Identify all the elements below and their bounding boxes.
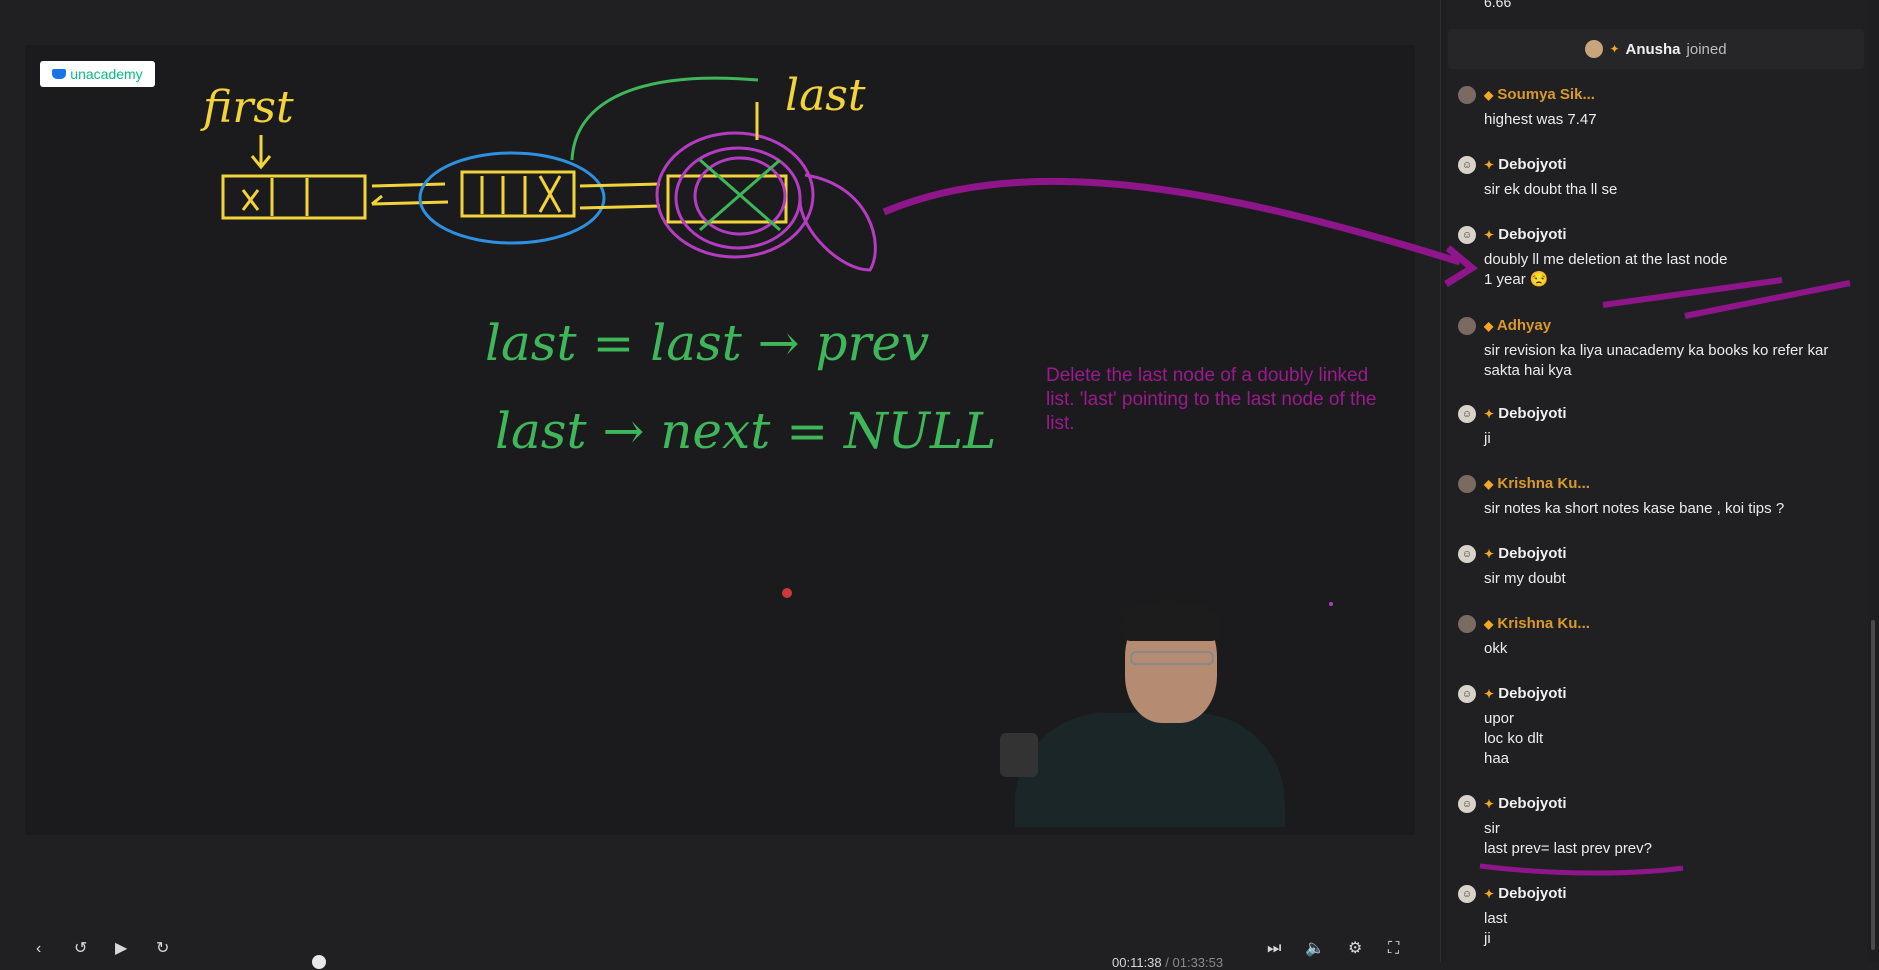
- spark-icon: ✦: [1484, 228, 1495, 242]
- message-author[interactable]: ✦ Debojyoti: [1484, 156, 1567, 173]
- message-text: sir my doubt: [1484, 570, 1566, 587]
- avatar: [1585, 40, 1604, 58]
- node-1: [221, 174, 367, 220]
- avatar: ☺: [1458, 885, 1476, 903]
- equation-1: last = last → prev: [485, 314, 929, 372]
- problem-statement: Delete the last node of a doubly linked …: [1046, 365, 1377, 434]
- spark-icon: ✦: [1609, 42, 1620, 56]
- message-text: last ji: [1484, 910, 1508, 947]
- avatar: [1458, 317, 1476, 335]
- message-author[interactable]: ✦ Debojyoti: [1484, 685, 1567, 702]
- message-author[interactable]: ◆ Krishna Ku...: [1484, 615, 1590, 632]
- avatar: ☺: [1458, 545, 1476, 563]
- node-links-2: [579, 182, 661, 210]
- play-icon[interactable]: ▶: [115, 941, 127, 957]
- spark-icon: ✦: [1484, 547, 1495, 561]
- microphone: [1000, 733, 1038, 777]
- time-current: 00:11:38: [1112, 955, 1162, 970]
- avatar: ☺: [1458, 156, 1476, 174]
- avatar: ☺: [1458, 685, 1476, 703]
- message-author[interactable]: ✦ Debojyoti: [1484, 226, 1567, 243]
- volume-icon[interactable]: 🔈: [1305, 941, 1325, 957]
- fullscreen-icon[interactable]: ⛶: [1388, 941, 1399, 957]
- mod-icon: ◆: [1484, 88, 1494, 102]
- message-text: highest was 7.47: [1484, 111, 1597, 128]
- message-text: sir notes ka short notes kase bane , koi…: [1484, 500, 1785, 517]
- avatar: ☺: [1458, 405, 1476, 423]
- laser-pointer: [782, 588, 792, 598]
- joined-suffix: joined: [1686, 40, 1727, 58]
- message-text: sir ek doubt tha ll se: [1484, 181, 1618, 198]
- spark-icon: ✦: [1484, 797, 1495, 811]
- settings-icon[interactable]: ⚙: [1348, 941, 1362, 957]
- message-author[interactable]: ✦ Debojyoti: [1484, 545, 1567, 562]
- message-author[interactable]: ◆ Adhyay: [1484, 317, 1551, 334]
- chat-scrollbar[interactable]: [1871, 620, 1875, 950]
- message-text: doubly ll me deletion at the last node 1…: [1484, 251, 1728, 288]
- spark-icon: ✦: [1484, 687, 1495, 701]
- avatar: [1458, 475, 1476, 493]
- arrow-down-icon: [250, 135, 272, 170]
- pen-dot: [1329, 602, 1333, 606]
- teacher-hair: [1121, 601, 1221, 641]
- mod-icon: ◆: [1484, 477, 1494, 491]
- node-links: [371, 182, 449, 206]
- player-controls: ‹ ↺ ▶ ↻ ⏭ 🔈 ⚙ ⛶: [0, 935, 1440, 962]
- avatar: [1458, 86, 1476, 104]
- spark-icon: ✦: [1484, 887, 1495, 901]
- message-author[interactable]: ✦ Debojyoti: [1484, 795, 1567, 812]
- mod-icon: ◆: [1484, 319, 1494, 333]
- scribble-1: [655, 131, 815, 259]
- rewind-icon[interactable]: ↺: [74, 941, 87, 957]
- message-author[interactable]: ✦ Debojyoti: [1484, 885, 1567, 902]
- node-2-circle: [418, 151, 606, 245]
- message-text: ji: [1484, 430, 1491, 447]
- message-text: sir revision ka liya unacademy ka books …: [1484, 342, 1829, 379]
- prev-icon[interactable]: ‹: [36, 941, 41, 957]
- node-2-cells: [480, 175, 562, 214]
- avatar: [1458, 615, 1476, 633]
- message-text: upor loc ko dlt haa: [1484, 710, 1544, 767]
- node-1-cells: [241, 178, 309, 216]
- time-display: 00:11:38 / 01:33:53: [1112, 955, 1224, 970]
- teacher-body: [1015, 713, 1285, 827]
- message-text: sir last prev= last prev prev?: [1484, 820, 1652, 857]
- message-author[interactable]: ✦ Debojyoti: [1484, 405, 1567, 422]
- avatar: ☺: [1458, 226, 1476, 244]
- message-text: okk: [1484, 640, 1508, 657]
- spark-icon: ✦: [1484, 407, 1495, 421]
- video-player[interactable]: unacademy first last last = last → prev …: [0, 0, 1440, 970]
- message-author[interactable]: ◆ Soumya Sik...: [1484, 86, 1595, 103]
- join-notice: ✦ Anusha joined: [1448, 29, 1864, 69]
- spark-icon: ✦: [1484, 158, 1495, 172]
- joined-name: Anusha: [1625, 40, 1681, 58]
- label-last: last: [785, 70, 866, 121]
- message-author[interactable]: ◆ Krishna Ku...: [1484, 475, 1590, 492]
- time-total: 01:33:53: [1172, 955, 1224, 970]
- next-icon[interactable]: ⏭: [1267, 941, 1281, 957]
- cross-out: [699, 158, 781, 232]
- chat-top-text: 6.66: [1484, 0, 1512, 10]
- forward-icon[interactable]: ↻: [156, 941, 169, 957]
- teacher-glasses: [1130, 651, 1214, 665]
- mod-icon: ◆: [1484, 617, 1494, 631]
- progress-knob[interactable]: [312, 955, 326, 969]
- label-first: first: [200, 82, 294, 133]
- avatar: ☺: [1458, 795, 1476, 813]
- teacher-video: [995, 601, 1295, 827]
- equation-2: last → next = NULL: [495, 402, 996, 460]
